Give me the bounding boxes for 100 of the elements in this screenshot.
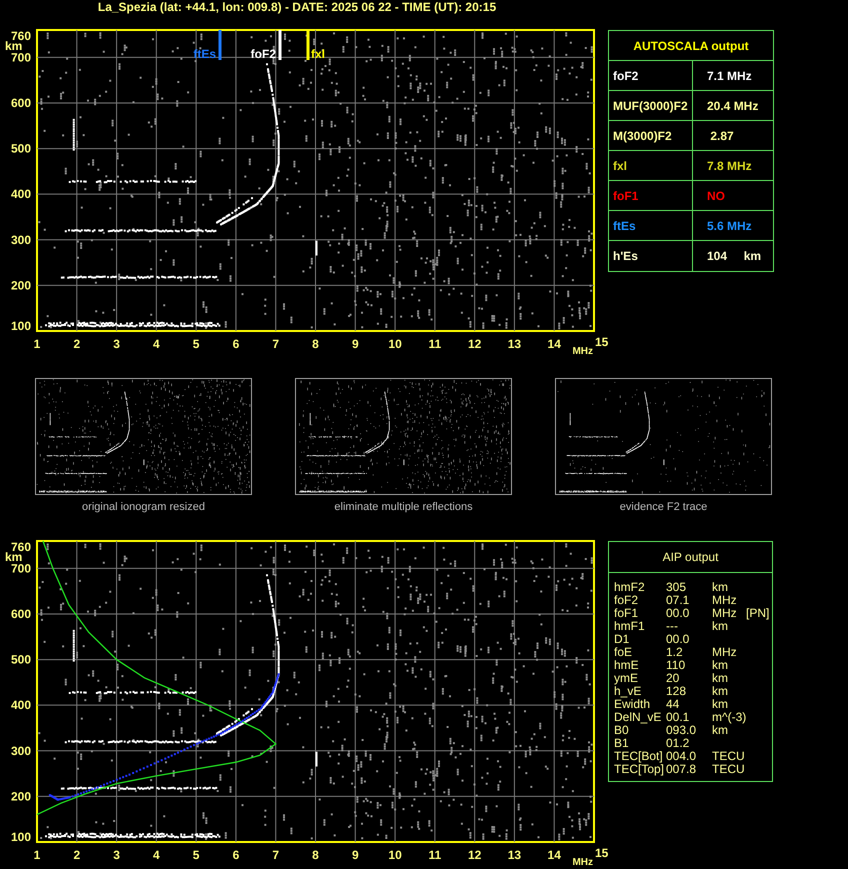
table-cell-text: km: [712, 672, 729, 685]
table-cell-text: hmE: [614, 659, 640, 672]
axis-label: 100: [10, 319, 31, 333]
table-cell-text: 007.8: [666, 763, 698, 776]
axis-label: 13: [508, 337, 522, 351]
axis-label: 3: [113, 848, 120, 862]
table-cell-text: foF1: [614, 607, 640, 620]
table-cell-text: 44: [666, 698, 680, 711]
table-cell-text: 128: [666, 685, 688, 698]
table-cell-text: 104 km: [707, 248, 762, 265]
axis-label: 4: [153, 848, 160, 862]
table-cell-text: B0: [614, 724, 629, 737]
table-cell-text: 01.2: [666, 737, 690, 750]
table-cell-text: ymE: [614, 672, 639, 685]
axis-label: 14: [548, 337, 561, 351]
table-cell-text: fxl: [613, 158, 628, 174]
marker-label: fxl: [311, 47, 326, 61]
table-cell-text: MHz: [712, 646, 738, 659]
table-title: AUTOSCALA output: [609, 31, 773, 61]
axis-label: 3: [113, 337, 120, 351]
table-cell-text: NO: [707, 188, 725, 204]
axis-label: 13: [508, 848, 522, 862]
axis-label: 15: [595, 335, 608, 349]
table-cell-text: MHz: [712, 594, 738, 607]
table-cell-text: M(3000)F2: [613, 128, 672, 144]
axis-label: 12: [468, 848, 482, 862]
axis-label: 6: [232, 337, 240, 351]
table-cell-text: 7.8 MHz: [707, 158, 752, 174]
marker-label: ftEs: [193, 47, 216, 61]
table-cell: m^(-3): [712, 711, 746, 724]
table-cell-text: foF2: [613, 68, 638, 84]
axis-unit: MHz: [572, 346, 593, 357]
table-cell-text: MHz: [712, 607, 738, 620]
caption: original ionogram resized: [82, 501, 205, 514]
table-cell-text: 093.0: [666, 724, 698, 737]
axis-label: 700: [10, 561, 31, 576]
table-cell-text: km: [712, 698, 729, 711]
axis-label: 300: [10, 744, 31, 758]
axis-label: 11: [428, 848, 442, 862]
table-cell: TECU: [712, 750, 746, 763]
table-cell-text: 5.6 MHz: [707, 218, 752, 234]
axis-label: 700: [10, 50, 31, 64]
table-cell-text: TEC[Top]: [614, 763, 666, 776]
table-cell-text: hmF2: [614, 581, 646, 594]
table-cell-text: 305: [666, 581, 688, 594]
table-cell-text: foF2: [614, 594, 640, 607]
axis-label: 15: [595, 846, 608, 860]
axis-label: 1: [34, 848, 40, 862]
table-cell-text: hmF1: [614, 620, 646, 633]
table-cell: TECU: [712, 763, 746, 776]
axis-label: 200: [10, 278, 31, 292]
table-cell-text: MUF(3000)F2: [613, 98, 688, 114]
axis-label: 12: [468, 337, 482, 351]
axis-label: 6: [232, 848, 240, 862]
axis-label: 300: [10, 232, 31, 247]
axis-label: 100: [10, 830, 31, 844]
axis-label: 14: [548, 848, 561, 862]
table-cell-text: DelN_vE: [614, 711, 662, 724]
table-cell-text: 110: [666, 659, 686, 672]
axis-label: 500: [10, 142, 31, 156]
axis-label: 600: [10, 96, 31, 110]
table-cell-text: TEC[Bot]: [614, 750, 664, 763]
axis-label: 10: [388, 848, 402, 862]
axis-label: 400: [10, 698, 31, 712]
axis-label: 200: [10, 789, 31, 804]
table-cell-text: h'Es: [613, 248, 638, 265]
table-title: AIP output: [609, 542, 772, 573]
table-cell-text: km: [712, 685, 729, 698]
table-cell-text: [PN]: [746, 607, 770, 620]
axis-label: 7: [272, 337, 280, 351]
table-cell-text: Ewidth: [614, 698, 652, 711]
axis-unit: MHz: [572, 857, 593, 868]
table-cell-text: 07.1: [666, 594, 690, 607]
table-cell-text: 20.4 MHz: [707, 98, 758, 114]
axis-label: 400: [10, 187, 31, 202]
page-title: La_Spezia (lat: +44.1, lon: 009.8) - DATE: 2025 06 22 - TIME (UT): 20:15: [96, 0, 498, 14]
axis-label: 2: [73, 337, 80, 351]
axis-label: 9: [352, 848, 359, 862]
table-cell-text: km: [712, 659, 729, 672]
axis-label: 500: [10, 652, 31, 667]
table-cell-text: ---: [666, 620, 679, 633]
axis-label: 8: [312, 337, 319, 351]
table-cell-text: 20: [666, 672, 680, 685]
table-cell-text: 00.1: [666, 711, 690, 724]
table-cell-text: foF1: [613, 188, 638, 204]
axis-label: 2: [73, 848, 80, 862]
axis-label: 1: [34, 337, 40, 351]
table-cell-text: km: [712, 581, 729, 594]
table-cell-text: ftEs: [613, 218, 636, 234]
axis-label: 5: [192, 848, 200, 862]
axis-label: 7: [272, 848, 280, 862]
table-cell-text: 7.1 MHz: [707, 68, 752, 84]
table-cell-text: foE: [614, 646, 634, 659]
table-cell-text: 1.2: [666, 646, 684, 659]
table-cell-text: 00.0: [666, 607, 690, 620]
caption: evidence F2 trace: [620, 501, 708, 514]
axis-label: 10: [388, 337, 402, 351]
marker-label: foF2: [250, 47, 276, 61]
axis-label: 9: [352, 337, 359, 351]
table-cell-text: D1: [614, 633, 630, 646]
